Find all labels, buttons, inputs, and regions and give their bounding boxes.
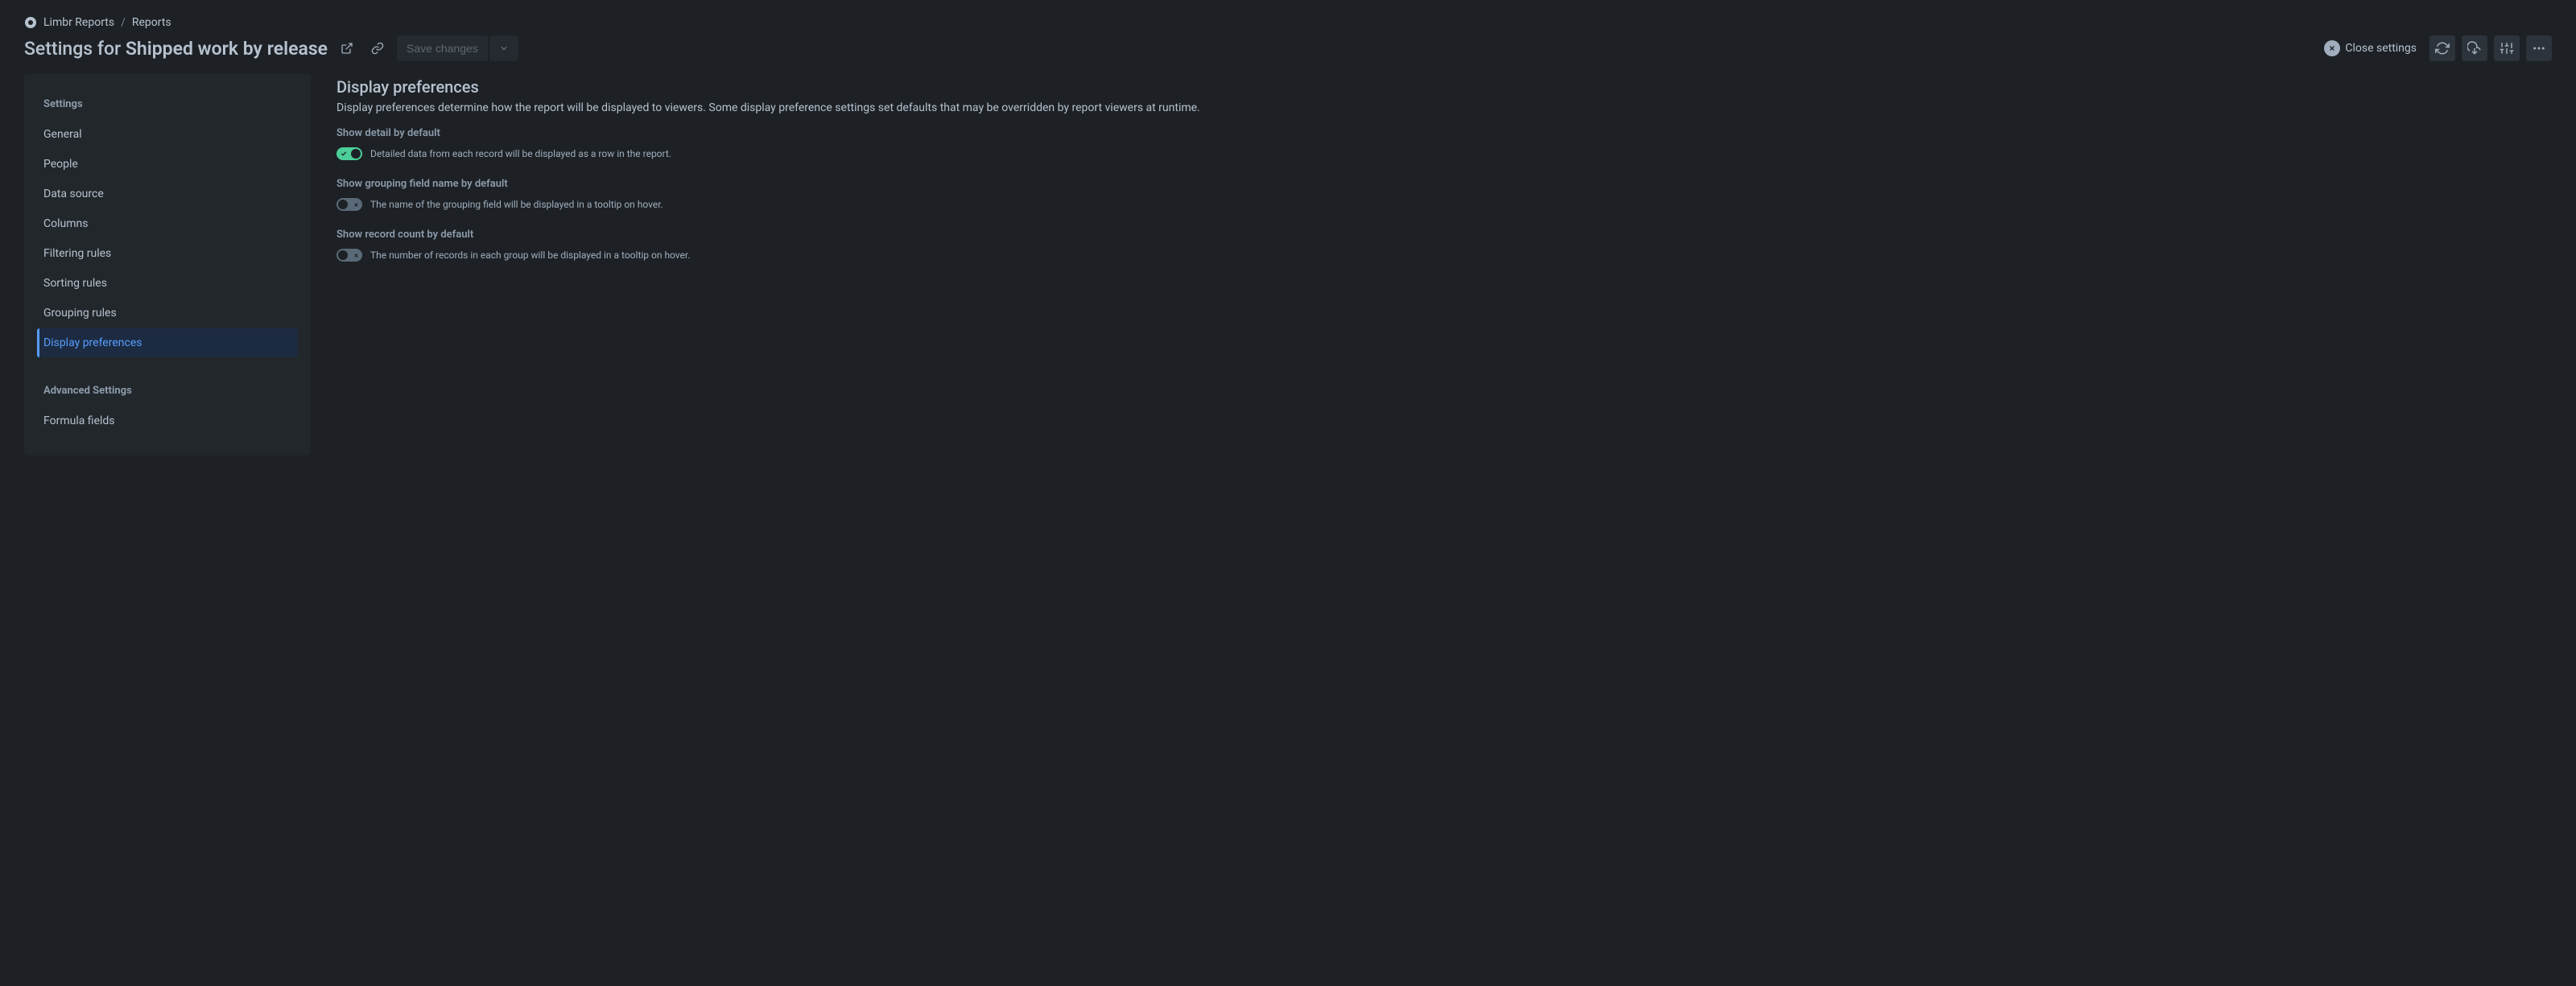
close-settings-label: Close settings <box>2345 42 2417 55</box>
sidebar-item-grouping-rules[interactable]: Grouping rules <box>37 299 298 328</box>
toggle-show-record-count[interactable] <box>336 249 362 262</box>
setting-description: The number of records in each group will… <box>370 250 690 261</box>
sidebar-item-general[interactable]: General <box>37 120 298 149</box>
sidebar-item-people[interactable]: People <box>37 150 298 179</box>
setting-row: The name of the grouping field will be d… <box>336 198 2552 211</box>
copy-link-button[interactable] <box>366 37 389 60</box>
check-icon <box>341 147 347 160</box>
sidebar-item-data-source[interactable]: Data source <box>37 179 298 208</box>
more-options-button[interactable] <box>2526 35 2552 61</box>
close-settings-button[interactable]: Close settings <box>2318 35 2423 61</box>
sidebar-item-display-preferences[interactable]: Display preferences <box>37 328 298 357</box>
toggle-show-detail[interactable] <box>336 147 362 160</box>
content: Settings General People Data source Colu… <box>0 74 2576 480</box>
sidebar-heading-advanced: Advanced Settings <box>37 380 298 402</box>
download-button[interactable] <box>2462 35 2487 61</box>
main-panel: Display preferences Display preferences … <box>336 74 2552 279</box>
toggle-knob <box>338 250 348 260</box>
header: Limbr Reports / Reports Settings for Shi… <box>0 0 2576 74</box>
x-icon <box>353 198 359 211</box>
setting-row: The number of records in each group will… <box>336 249 2552 262</box>
setting-label: Show record count by default <box>336 229 2552 241</box>
title-row: Settings for Shipped work by release Sav… <box>24 35 2552 61</box>
toggle-knob <box>351 149 361 159</box>
setting-label: Show grouping field name by default <box>336 178 2552 190</box>
setting-row: Detailed data from each record will be d… <box>336 147 2552 160</box>
main-description: Display preferences determine how the re… <box>336 101 2552 114</box>
page-title: Settings for Shipped work by release <box>24 38 328 60</box>
breadcrumb-app[interactable]: Limbr Reports <box>43 16 114 29</box>
page-title-prefix: Settings for <box>24 38 126 60</box>
toggle-show-grouping-field-name[interactable] <box>336 198 362 211</box>
save-button[interactable]: Save changes <box>397 35 488 61</box>
title-left: Settings for Shipped work by release Sav… <box>24 35 518 61</box>
sidebar: Settings General People Data source Colu… <box>24 74 311 456</box>
save-button-group: Save changes <box>397 35 518 61</box>
app-logo-icon <box>24 16 37 29</box>
sidebar-item-filtering-rules[interactable]: Filtering rules <box>37 239 298 268</box>
open-external-button[interactable] <box>336 37 358 60</box>
breadcrumb-section[interactable]: Reports <box>132 16 171 29</box>
settings-button[interactable] <box>2494 35 2520 61</box>
sidebar-item-formula-fields[interactable]: Formula fields <box>37 406 298 435</box>
sidebar-item-columns[interactable]: Columns <box>37 209 298 238</box>
x-icon <box>353 249 359 262</box>
breadcrumb-separator: / <box>121 16 126 29</box>
close-icon <box>2324 40 2340 56</box>
main-title: Display preferences <box>336 77 2552 97</box>
setting-description: Detailed data from each record will be d… <box>370 148 671 159</box>
refresh-button[interactable] <box>2429 35 2455 61</box>
sidebar-item-sorting-rules[interactable]: Sorting rules <box>37 269 298 298</box>
sidebar-heading-settings: Settings <box>37 93 298 115</box>
setting-label: Show detail by default <box>336 127 2552 139</box>
save-dropdown-button[interactable] <box>489 35 518 61</box>
page-title-name: Shipped work by release <box>126 38 328 60</box>
setting-show-grouping-field-name: Show grouping field name by default The … <box>336 178 2552 211</box>
breadcrumb: Limbr Reports / Reports <box>24 16 2552 29</box>
setting-description: The name of the grouping field will be d… <box>370 199 663 210</box>
toggle-knob <box>338 200 348 209</box>
setting-show-detail: Show detail by default Detailed data fro… <box>336 127 2552 160</box>
setting-show-record-count: Show record count by default The number … <box>336 229 2552 262</box>
title-right: Close settings <box>2318 35 2552 61</box>
